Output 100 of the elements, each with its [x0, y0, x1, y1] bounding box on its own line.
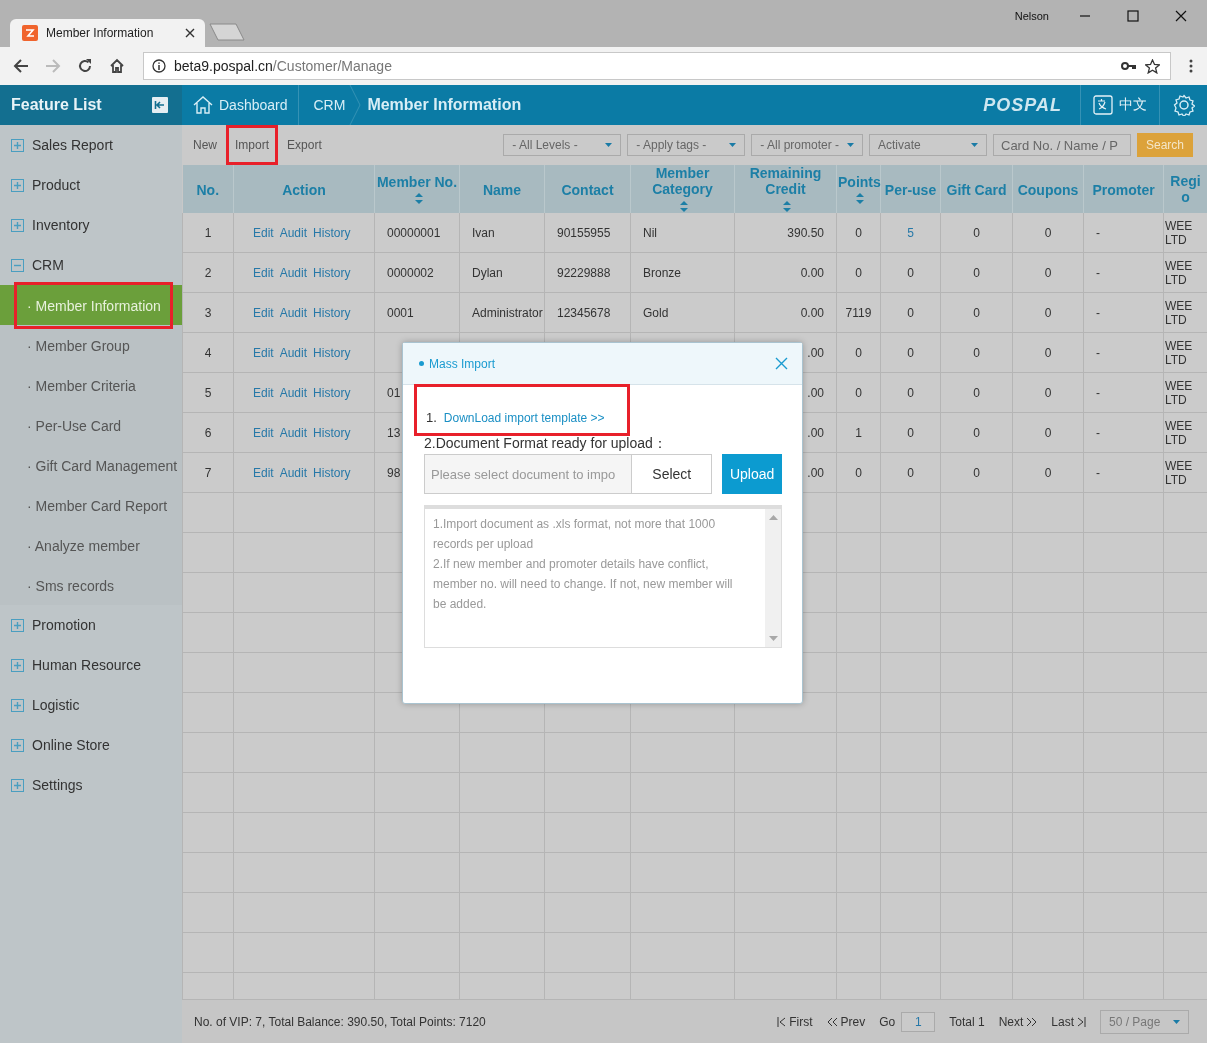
- table-cell: 390.50: [787, 225, 824, 240]
- table-cell: 0: [907, 425, 914, 440]
- page-size-dropdown[interactable]: 50 / Page: [1100, 1009, 1189, 1034]
- caret-icon: [729, 143, 737, 147]
- action-link[interactable]: Audit: [279, 385, 308, 400]
- cell-link[interactable]: 5: [907, 225, 914, 240]
- action-link[interactable]: Audit: [279, 225, 308, 240]
- maximize-icon[interactable]: [1127, 10, 1139, 22]
- sidebar-item-label: Logistic: [32, 697, 80, 713]
- settings-icon[interactable]: [1173, 94, 1195, 116]
- submenu-item[interactable]: · Member Information: [17, 284, 170, 326]
- toolbar-button[interactable]: Import: [229, 128, 276, 162]
- page-field[interactable]: 1: [901, 1011, 936, 1032]
- submenu-item[interactable]: · Per-Use Card: [25, 410, 124, 440]
- upload-button[interactable]: Upload: [722, 454, 782, 494]
- new-tab-button[interactable]: [209, 23, 245, 41]
- select-button[interactable]: Select: [632, 454, 713, 494]
- home-icon[interactable]: [109, 58, 125, 74]
- sidebar-item[interactable]: Product: [0, 165, 182, 205]
- sidebar-item[interactable]: Promotion: [0, 605, 182, 645]
- action-link[interactable]: Edit: [253, 425, 274, 440]
- submenu-item[interactable]: · Member Criteria: [25, 370, 138, 400]
- action-link[interactable]: History: [313, 265, 351, 280]
- back-icon[interactable]: [13, 58, 29, 74]
- scrollbar[interactable]: [765, 509, 781, 647]
- download-link[interactable]: DownLoad import template >>: [443, 411, 605, 425]
- action-link[interactable]: Edit: [253, 225, 274, 240]
- file-field[interactable]: Please select document to impo: [424, 454, 633, 494]
- close-icon[interactable]: [185, 28, 195, 38]
- breadcrumb-link[interactable]: CRM: [298, 85, 350, 125]
- sidebar-item-label: Human Resource: [32, 657, 141, 673]
- table-cell: 0: [1044, 305, 1052, 320]
- toolbar-button[interactable]: New: [187, 128, 223, 162]
- action-link[interactable]: Audit: [279, 345, 308, 360]
- submenu-item[interactable]: · Analyze member: [25, 530, 142, 560]
- action-link[interactable]: History: [313, 305, 351, 320]
- filter-dropdown[interactable]: Activate: [869, 134, 987, 156]
- sidebar-item[interactable]: Online Store: [0, 725, 182, 765]
- menu-icon[interactable]: [1189, 59, 1193, 73]
- column-header[interactable]: Name: [482, 181, 522, 198]
- action-link[interactable]: History: [313, 425, 351, 440]
- action-link[interactable]: Edit: [253, 345, 274, 360]
- sidebar-item-label: Promotion: [32, 617, 96, 633]
- search-field[interactable]: Card No. / Name / P: [993, 134, 1131, 156]
- submenu-item[interactable]: · Gift Card Management: [25, 450, 180, 480]
- action-link[interactable]: Edit: [253, 305, 274, 320]
- action-link[interactable]: Audit: [279, 465, 308, 480]
- action-link[interactable]: Audit: [279, 425, 308, 440]
- user-name: Nelson: [1014, 10, 1049, 22]
- collapse-icon[interactable]: [152, 97, 168, 113]
- submenu-item[interactable]: · Sms records: [25, 570, 117, 600]
- sidebar-item[interactable]: CRM: [0, 245, 182, 285]
- step-number: 1.: [426, 410, 437, 425]
- table-cell: 0: [1044, 345, 1052, 360]
- browser-tab[interactable]: Member Information: [10, 19, 205, 47]
- filter-dropdown[interactable]: - All promoter -: [751, 134, 863, 156]
- sidebar-item[interactable]: Settings: [0, 765, 182, 805]
- action-link[interactable]: History: [313, 465, 351, 480]
- sort-icon[interactable]: [783, 200, 791, 212]
- scroll-down-icon[interactable]: [768, 636, 778, 641]
- pagination-link[interactable]: Next: [998, 1014, 1038, 1029]
- action-link[interactable]: Edit: [253, 385, 274, 400]
- column-header[interactable]: No.: [196, 181, 220, 198]
- action-link[interactable]: History: [313, 385, 351, 400]
- filter-dropdown[interactable]: - All Levels -: [503, 134, 622, 156]
- filter-dropdown[interactable]: - Apply tags -: [627, 134, 746, 156]
- expand-icon: [11, 138, 24, 152]
- action-link[interactable]: History: [313, 225, 351, 240]
- breadcrumb-link[interactable]: Member Information: [361, 85, 522, 125]
- table-cell: 0: [973, 305, 980, 320]
- action-link[interactable]: Edit: [253, 465, 274, 480]
- sort-icon[interactable]: [680, 200, 688, 212]
- close-icon[interactable]: [1175, 10, 1187, 22]
- sort-icon[interactable]: [414, 193, 423, 205]
- scroll-up-icon[interactable]: [768, 515, 778, 520]
- column-header[interactable]: Action: [282, 181, 326, 198]
- pagination-link[interactable]: Last: [1051, 1014, 1086, 1029]
- search-button[interactable]: Search: [1137, 133, 1193, 157]
- reload-icon[interactable]: [77, 58, 93, 74]
- table-cell: 1: [204, 225, 212, 240]
- sidebar-item[interactable]: Sales Report: [0, 125, 182, 165]
- sort-icon[interactable]: [856, 193, 864, 205]
- address-field[interactable]: beta9.pospal.cn/Customer/Manage: [143, 52, 1171, 80]
- action-link[interactable]: History: [313, 345, 351, 360]
- star-icon[interactable]: [1145, 58, 1160, 74]
- action-link[interactable]: Audit: [279, 265, 308, 280]
- table-cell: 0: [855, 225, 862, 240]
- pagination-link[interactable]: Prev: [826, 1014, 866, 1029]
- submenu-item[interactable]: · Member Group: [25, 330, 132, 360]
- action-link[interactable]: Audit: [279, 305, 308, 320]
- sidebar-item[interactable]: Logistic: [0, 685, 182, 725]
- submenu-item[interactable]: · Member Card Report: [25, 490, 170, 520]
- toolbar-button[interactable]: Export: [281, 128, 328, 162]
- pagination-link[interactable]: First: [777, 1014, 813, 1029]
- key-icon[interactable]: [1121, 61, 1137, 71]
- table-cell: 6: [204, 425, 212, 440]
- sidebar-item[interactable]: Human Resource: [0, 645, 182, 685]
- sidebar-item-label: Sales Report: [32, 137, 113, 153]
- action-link[interactable]: Edit: [253, 265, 274, 280]
- sidebar-item[interactable]: Inventory: [0, 205, 182, 245]
